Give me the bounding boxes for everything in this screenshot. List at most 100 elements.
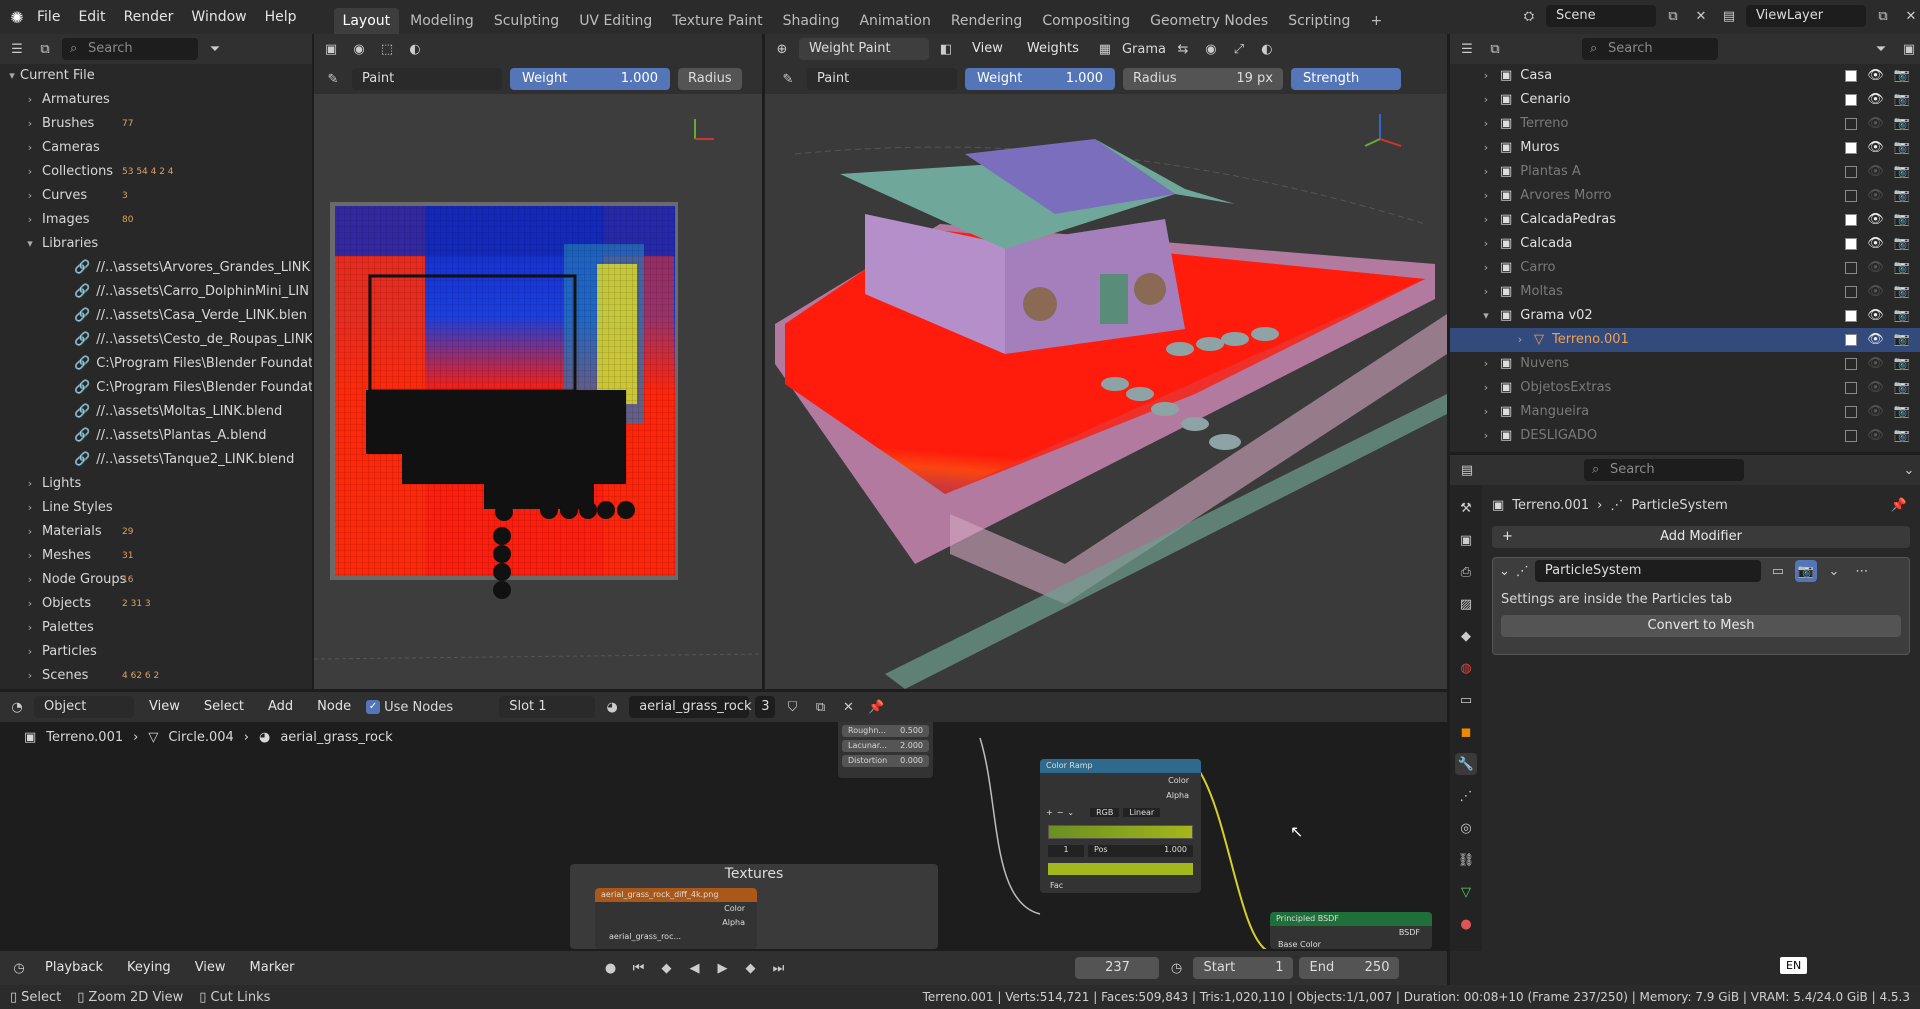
brush-selector[interactable]: Paint [352,68,502,90]
expand-arrow-icon[interactable]: › [22,544,38,568]
modifier-name-field[interactable]: ParticleSystem [1534,560,1761,582]
active-vertex-group[interactable]: Grama [1122,42,1166,57]
expand-arrow-icon[interactable]: › [22,112,38,136]
library-item[interactable]: 🔗 //..\assets\Moltas_LINK.blend [0,400,312,424]
add-modifier-button[interactable]: + Add Modifier [1492,526,1910,548]
expand-arrow-icon[interactable]: › [22,520,38,544]
tree-item[interactable]: ▾ Libraries [0,232,312,256]
material-users-count[interactable]: 3 [755,696,776,718]
visibility-icon[interactable]: ◉ [1200,38,1222,60]
collection-row[interactable]: › ▣ CalcadaPedras 👁 📷 [1450,208,1920,232]
tree-item[interactable]: › Collections 53 54 4 2 4 [0,160,312,184]
outliner-search-input[interactable]: Search [1582,38,1718,60]
tree-item[interactable]: › Brushes 77 [0,112,312,136]
visibility-eye-icon[interactable]: 👁 [1867,376,1884,400]
collection-row[interactable]: › ▣ Moltas 👁 📷 [1450,280,1920,304]
show-viewport-icon[interactable]: ▭ [1767,560,1789,582]
next-keyframe-icon[interactable]: ◆ [739,957,761,979]
menu-render[interactable]: Render [115,0,183,34]
tree-item[interactable]: › Meshes 31 [0,544,312,568]
select-icon[interactable]: ⬚ [376,38,398,60]
expand-arrow-icon[interactable]: ▾ [22,232,38,256]
tree-item[interactable]: › Line Styles [0,496,312,520]
use-nodes-toggle[interactable]: ✓ Use Nodes [366,700,453,715]
end-frame-field[interactable]: End 250 [1299,957,1400,979]
view-icon[interactable]: ◉ [348,38,370,60]
collection-row[interactable]: › ▣ Carro 👁 📷 [1450,256,1920,280]
exclude-checkbox-icon[interactable] [1845,166,1858,178]
convert-to-mesh-button[interactable]: Convert to Mesh [1501,615,1901,637]
visibility-eye-icon[interactable]: 👁 [1867,328,1884,352]
add-stop-icon[interactable]: + [1046,808,1053,817]
render-camera-icon[interactable]: 📷 [1894,232,1910,256]
stop-index-field[interactable]: 1 [1048,845,1084,857]
play-icon[interactable]: ▶ [711,957,733,979]
collection-row[interactable]: › ▣ Terreno 👁 📷 [1450,112,1920,136]
auto-key-icon[interactable]: ● [599,957,621,979]
delete-scene-icon[interactable]: ✕ [1690,5,1712,27]
expand-arrow-icon[interactable]: › [1478,112,1494,136]
pin-icon[interactable]: 📌 [865,696,887,718]
library-item[interactable]: 🔗 //..\assets\Arvores_Grandes_LINK [0,256,312,280]
jump-end-icon[interactable]: ⏭ [767,957,789,979]
tree-item[interactable]: › Cameras [0,136,312,160]
object-mode-selector[interactable]: Object [34,696,134,718]
object-tab-icon[interactable]: ◼ [1455,721,1477,743]
textures-frame[interactable]: Textures aerial_grass_rock_diff_4k.png C… [570,864,938,949]
exclude-checkbox-icon[interactable] [1845,310,1858,322]
language-indicator[interactable]: EN [1780,957,1808,974]
tree-item[interactable]: › Materials 29 [0,520,312,544]
options-chevron-icon[interactable]: ⌄ [1898,459,1920,481]
collection-tab-icon[interactable]: ▭ [1455,689,1477,711]
render-camera-icon[interactable]: 📷 [1894,400,1910,424]
collection-row[interactable]: › ▣ Nuvens 👁 📷 [1450,352,1920,376]
ramp-gradient[interactable] [1048,825,1193,839]
interpolation-select[interactable]: Linear [1123,807,1161,817]
menu-select[interactable]: Select [195,692,253,722]
collapse-arrow-icon[interactable]: ⌄ [1499,564,1510,579]
tree-root[interactable]: ▾ Current File [0,64,312,88]
visibility-eye-icon[interactable]: 👁 [1867,160,1884,184]
collection-row[interactable]: › ▣ Calcada 👁 📷 [1450,232,1920,256]
expand-arrow-icon[interactable]: › [22,568,38,592]
collection-row[interactable]: › ▽ Terreno.001 👁 📷 [1450,328,1920,352]
tree-item[interactable]: › Lights [0,472,312,496]
expand-arrow-icon[interactable]: ▾ [1478,304,1494,328]
display-mode-icon[interactable]: ⧉ [34,38,56,60]
start-frame-field[interactable]: Start 1 [1193,957,1294,979]
visibility-eye-icon[interactable]: 👁 [1867,136,1884,160]
collection-row[interactable]: › ▣ Cenario 👁 📷 [1450,88,1920,112]
exclude-checkbox-icon[interactable] [1845,70,1858,82]
viewport-canvas[interactable] [765,94,1447,689]
outliner-search-input[interactable]: Search [62,38,198,60]
menu-help[interactable]: Help [256,0,306,34]
exclude-checkbox-icon[interactable] [1845,358,1858,370]
delete-view-layer-icon[interactable]: ✕ [1900,5,1920,27]
play-reverse-icon[interactable]: ◀ [683,957,705,979]
expand-arrow-icon[interactable]: › [1478,64,1494,88]
visibility-eye-icon[interactable]: 👁 [1867,280,1884,304]
render-camera-icon[interactable]: 📷 [1894,184,1910,208]
constraints-tab-icon[interactable]: ⛓ [1455,849,1477,871]
visibility-eye-icon[interactable]: 👁 [1867,352,1884,376]
expand-arrow-icon[interactable]: › [22,136,38,160]
editor-type-icon[interactable]: ⊕ [771,38,793,60]
tab-layout[interactable]: Layout [333,8,400,34]
material-name-field[interactable]: aerial_grass_rock [629,696,752,718]
library-item[interactable]: 🔗 //..\assets\Casa_Verde_LINK.blen [0,304,312,328]
tab-compositing[interactable]: Compositing [1033,8,1139,34]
tab-modeling[interactable]: Modeling [401,8,483,34]
visibility-eye-icon[interactable]: 👁 [1867,304,1884,328]
properties-search-input[interactable]: Search [1584,459,1744,481]
visibility-eye-icon[interactable]: 👁 [1867,400,1884,424]
expand-arrow-icon[interactable]: › [1478,208,1494,232]
exclude-checkbox-icon[interactable] [1845,382,1858,394]
data-tab-icon[interactable]: ▽ [1455,881,1477,903]
collection-row[interactable]: › ▣ Mangueira 👁 📷 [1450,400,1920,424]
expand-arrow-icon[interactable]: › [1478,136,1494,160]
radius-field[interactable]: Radius 19 px [1123,68,1283,90]
render-camera-icon[interactable]: 📷 [1894,64,1910,88]
duplicate-material-icon[interactable]: ⧉ [809,696,831,718]
tab-texture-paint[interactable]: Texture Paint [663,8,771,34]
exclude-checkbox-icon[interactable] [1845,142,1858,154]
